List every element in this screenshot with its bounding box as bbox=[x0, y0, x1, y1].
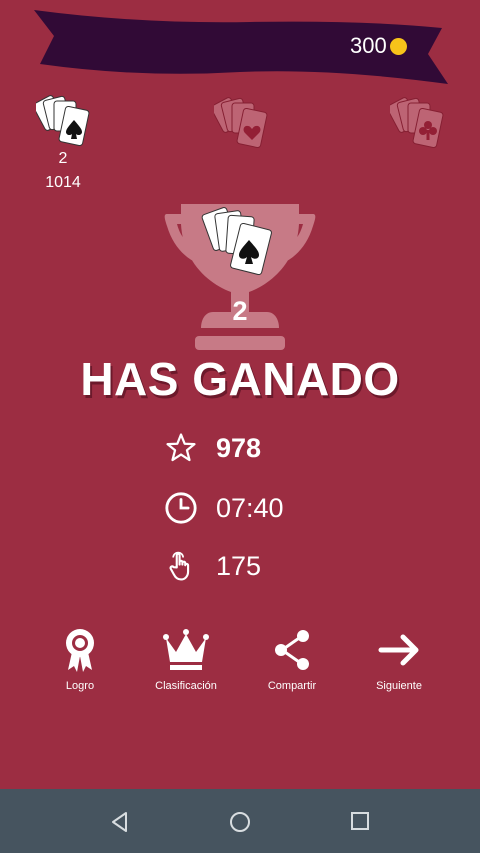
leaderboard-button[interactable]: Clasificación bbox=[136, 626, 236, 692]
spade-cards-icon bbox=[36, 95, 90, 147]
coin-icon bbox=[389, 37, 407, 55]
back-icon[interactable] bbox=[108, 810, 132, 834]
leaderboard-label: Clasificación bbox=[155, 680, 217, 692]
coin-balance[interactable]: 300 bbox=[350, 33, 407, 59]
club-cards-icon bbox=[390, 97, 444, 149]
win-title: HAS GANADO bbox=[80, 353, 400, 405]
score-stat: 978 bbox=[164, 430, 261, 466]
moves-value: 175 bbox=[216, 550, 262, 581]
arrow-right-icon bbox=[378, 634, 419, 666]
clock-icon bbox=[165, 492, 197, 524]
achievement-label: Logro bbox=[65, 680, 95, 692]
time-value: 07:40 bbox=[216, 492, 284, 523]
star-icon bbox=[166, 433, 196, 462]
recents-icon[interactable] bbox=[349, 810, 371, 832]
next-label: Siguiente bbox=[376, 680, 422, 692]
ribbon-icon bbox=[66, 629, 94, 672]
score-value: 978 bbox=[216, 432, 262, 463]
achievement-button[interactable]: Logro bbox=[30, 626, 130, 692]
level-hearts-button[interactable] bbox=[214, 94, 270, 156]
crown-icon bbox=[163, 629, 209, 670]
hand-pointer-icon bbox=[169, 551, 190, 581]
level-best-score: 1014 bbox=[45, 174, 81, 191]
home-icon[interactable] bbox=[228, 810, 252, 834]
trophy-icon bbox=[164, 204, 316, 350]
share-icon bbox=[275, 630, 309, 670]
system-navigation-bar bbox=[0, 789, 480, 853]
heart-cards-icon bbox=[214, 97, 268, 149]
moves-stat: 175 bbox=[164, 548, 261, 584]
time-stat: 07:40 bbox=[164, 490, 284, 526]
level-spades-button[interactable] bbox=[36, 92, 92, 154]
share-button[interactable]: Compartir bbox=[242, 626, 342, 692]
level-number: 2 bbox=[58, 150, 68, 167]
share-label: Compartir bbox=[267, 680, 317, 692]
next-button[interactable]: Siguiente bbox=[349, 626, 449, 692]
trophy-level-number: 2 bbox=[232, 296, 248, 326]
coin-count: 300 bbox=[350, 33, 387, 58]
level-clubs-button[interactable] bbox=[390, 94, 446, 156]
